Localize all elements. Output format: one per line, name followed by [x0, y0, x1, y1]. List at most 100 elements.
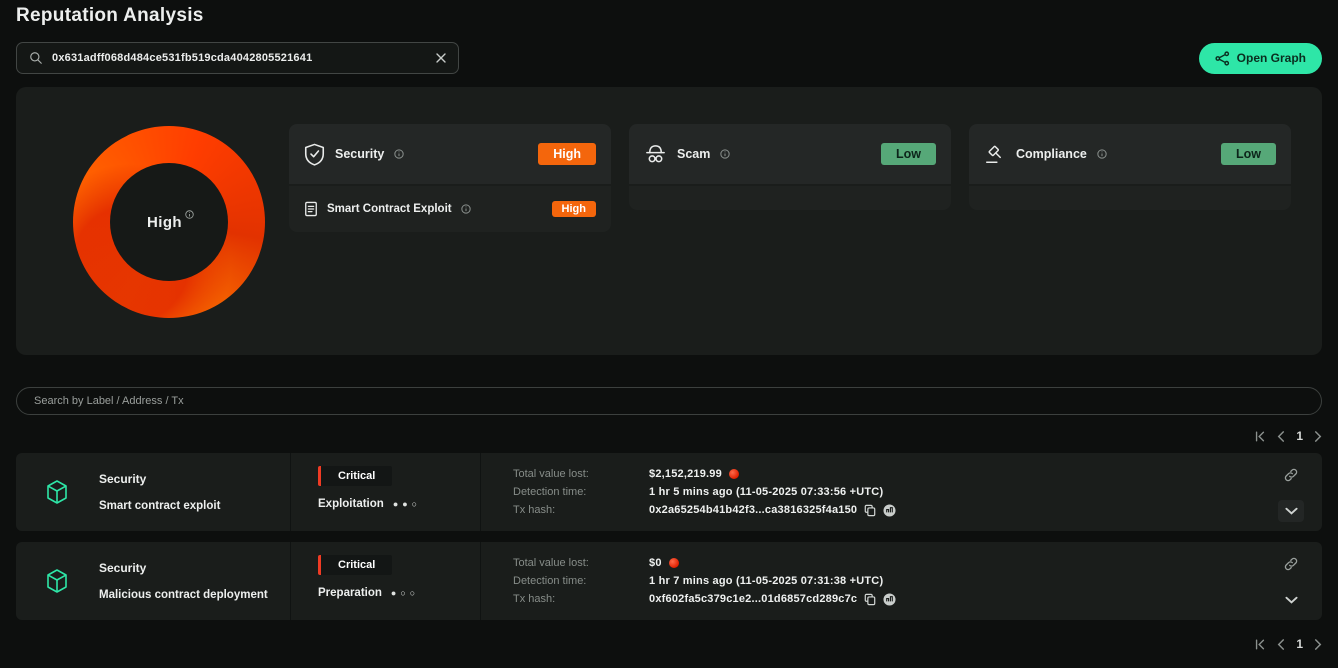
- contract-icon: [304, 201, 318, 217]
- alert-details: Total value lost: $0 Detection time: 1 h…: [480, 542, 1260, 620]
- block-explorer-icon[interactable]: [883, 593, 896, 606]
- link-icon[interactable]: [1283, 467, 1299, 483]
- detection-time-row: Detection time: 1 hr 5 mins ago (11-05-2…: [513, 486, 1260, 498]
- risk-categories: Security High Smart Contract Exploit Hig…: [289, 124, 1291, 232]
- severity-badge: Critical: [318, 466, 392, 486]
- risk-level-badge: High: [538, 143, 596, 165]
- category-card-security: Security High Smart Contract Exploit Hig…: [289, 124, 611, 232]
- page-title: Reputation Analysis: [16, 0, 1322, 27]
- alert-titles: Security Malicious contract deployment: [99, 561, 268, 601]
- detection-time-row: Detection time: 1 hr 7 mins ago (11-05-2…: [513, 575, 1260, 587]
- alert-category: Security: [99, 561, 268, 575]
- attack-phase: Exploitation: [318, 498, 384, 510]
- list-filter-input[interactable]: [16, 387, 1322, 415]
- address-search-input[interactable]: [52, 52, 427, 64]
- shield-icon: [304, 143, 325, 166]
- subcategory-name: Smart Contract Exploit: [327, 203, 452, 215]
- alert-severity-section: Critical Exploitation ●●○: [290, 453, 480, 531]
- category-footer-strip: [629, 186, 951, 210]
- category-name: Scam: [677, 147, 710, 161]
- open-graph-label: Open Graph: [1237, 51, 1306, 65]
- reputation-summary-card: High Security High: [16, 87, 1322, 355]
- risk-level-badge: Low: [881, 143, 936, 165]
- prev-page-icon[interactable]: [1277, 431, 1285, 442]
- next-page-icon[interactable]: [1314, 639, 1322, 650]
- gauge-center: High: [110, 163, 228, 281]
- info-icon[interactable]: [185, 210, 194, 219]
- total-value-lost: $2,152,219.99: [649, 468, 722, 480]
- cube-icon: [45, 568, 69, 594]
- category-card-scam: Scam Low: [629, 124, 951, 232]
- copy-icon[interactable]: [864, 593, 876, 606]
- reputation-analysis-page: Reputation Analysis Open Graph High: [0, 0, 1338, 651]
- expand-button[interactable]: [1278, 500, 1304, 522]
- overall-risk-score: High: [147, 214, 182, 231]
- alert-actions: [1260, 453, 1322, 531]
- clear-icon[interactable]: [436, 53, 446, 63]
- field-label: Detection time:: [513, 575, 649, 587]
- alert-titles: Security Smart contract exploit: [99, 472, 220, 512]
- block-explorer-icon[interactable]: [883, 504, 896, 517]
- alert-row[interactable]: Security Smart contract exploit Critical…: [16, 453, 1322, 531]
- info-icon[interactable]: [394, 149, 404, 159]
- field-label: Tx hash:: [513, 504, 649, 516]
- category-header: Compliance Low: [969, 124, 1291, 184]
- category-subitem: Smart Contract Exploit High: [289, 186, 611, 232]
- gavel-icon: [984, 143, 1006, 165]
- loss-indicator-icon: [669, 558, 679, 568]
- phase-progress-dots: ●○○: [391, 588, 419, 598]
- chevron-down-icon: [1285, 507, 1298, 515]
- alert-actions: [1260, 542, 1322, 620]
- risk-gauge: High: [73, 126, 265, 318]
- info-icon[interactable]: [720, 149, 730, 159]
- alert-details: Total value lost: $2,152,219.99 Detectio…: [480, 453, 1260, 531]
- page-number[interactable]: 1: [1296, 429, 1303, 443]
- category-footer-strip: [969, 186, 1291, 210]
- category-name: Security: [335, 147, 384, 161]
- tx-hash-row: Tx hash: 0x2a65254b41b42f3...ca3816325f4…: [513, 504, 1260, 517]
- attack-phase: Preparation: [318, 587, 382, 599]
- alert-type: Smart contract exploit: [99, 500, 220, 512]
- cube-icon: [45, 479, 69, 505]
- alert-severity-section: Critical Preparation ●○○: [290, 542, 480, 620]
- category-header: Security High: [289, 124, 611, 184]
- expand-button[interactable]: [1278, 589, 1304, 611]
- scammer-icon: [644, 144, 667, 165]
- alert-identity: Security Smart contract exploit: [16, 453, 290, 531]
- risk-level-badge: High: [552, 201, 596, 217]
- phase-line: Exploitation ●●○: [318, 498, 480, 510]
- pagination-bottom: 1: [16, 637, 1322, 651]
- tx-hash-row: Tx hash: 0xf602fa5c379c1e2...01d6857cd28…: [513, 593, 1260, 606]
- category-card-compliance: Compliance Low: [969, 124, 1291, 232]
- top-bar: Open Graph: [16, 42, 1322, 74]
- field-label: Total value lost:: [513, 557, 649, 569]
- copy-icon[interactable]: [864, 504, 876, 517]
- list-filter-bar: [16, 387, 1322, 415]
- next-page-icon[interactable]: [1314, 431, 1322, 442]
- first-page-icon[interactable]: [1254, 639, 1266, 650]
- field-label: Total value lost:: [513, 468, 649, 480]
- phase-line: Preparation ●○○: [318, 587, 480, 599]
- risk-level-badge: Low: [1221, 143, 1276, 165]
- page-number[interactable]: 1: [1296, 637, 1303, 651]
- severity-badge: Critical: [318, 555, 392, 575]
- total-value-lost-row: Total value lost: $0: [513, 557, 1260, 569]
- prev-page-icon[interactable]: [1277, 639, 1285, 650]
- alert-row[interactable]: Security Malicious contract deployment C…: [16, 542, 1322, 620]
- first-page-icon[interactable]: [1254, 431, 1266, 442]
- total-value-lost: $0: [649, 557, 662, 569]
- alert-category: Security: [99, 472, 220, 486]
- link-icon[interactable]: [1283, 556, 1299, 572]
- alert-type: Malicious contract deployment: [99, 589, 268, 601]
- detection-time: 1 hr 5 mins ago (11-05-2025 07:33:56 +UT…: [649, 486, 883, 498]
- alert-identity: Security Malicious contract deployment: [16, 542, 290, 620]
- open-graph-button[interactable]: Open Graph: [1199, 43, 1322, 74]
- category-header: Scam Low: [629, 124, 951, 184]
- pagination-top: 1: [16, 429, 1322, 443]
- info-icon[interactable]: [1097, 149, 1107, 159]
- graph-icon: [1215, 51, 1230, 66]
- tx-hash: 0x2a65254b41b42f3...ca3816325f4a150: [649, 504, 857, 516]
- phase-progress-dots: ●●○: [393, 499, 421, 509]
- field-label: Tx hash:: [513, 593, 649, 605]
- info-icon[interactable]: [461, 204, 471, 214]
